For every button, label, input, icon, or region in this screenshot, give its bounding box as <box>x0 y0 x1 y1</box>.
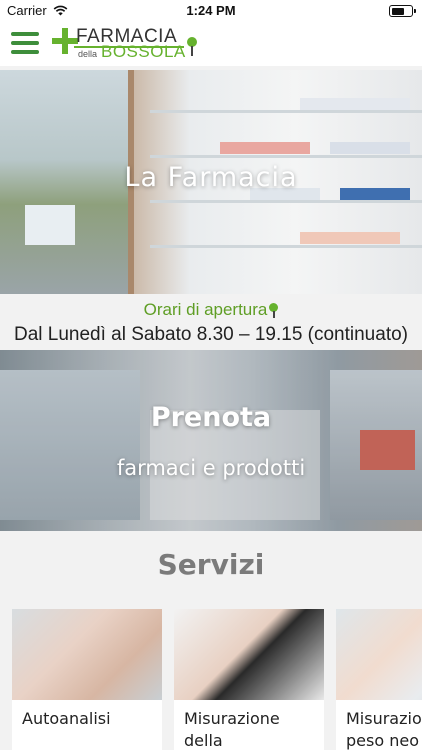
map-pin-icon <box>269 303 279 318</box>
card-label: Misurazione della <box>184 709 280 750</box>
hero-carousel[interactable]: La Farmacia <box>0 70 422 294</box>
prenota-banner[interactable]: Prenota farmaci e prodotti <box>0 350 422 531</box>
hamburger-menu-icon[interactable] <box>11 32 39 54</box>
servizi-cards[interactable]: Autoanalisi Misurazione della Misurazion… <box>12 609 422 750</box>
map-pin-icon <box>187 37 197 56</box>
servizi-title: Servizi <box>157 548 265 581</box>
baby-weight-photo <box>336 609 422 700</box>
pharmacy-logo[interactable]: FARMACIA della BOSSOLA <box>52 25 202 63</box>
battery-icon <box>389 5 416 17</box>
autoanalisi-photo <box>12 609 162 700</box>
status-time: 1:24 PM <box>186 3 236 18</box>
logo-bossola-text: BOSSOLA <box>101 42 186 61</box>
pharmacy-cross-icon <box>52 28 78 54</box>
hero-title: La Farmacia <box>124 162 298 193</box>
prenota-subtitle: farmaci e prodotti <box>116 456 306 480</box>
status-bar: Carrier 1:24 PM <box>0 0 422 22</box>
service-card-misurazione-peso[interactable]: Misurazione peso neo <box>336 609 422 750</box>
card-label: Autoanalisi <box>22 709 111 728</box>
service-card-misurazione-pressione[interactable]: Misurazione della <box>174 609 324 750</box>
opening-hours-label: Orari di apertura <box>143 300 268 319</box>
battery-level <box>391 7 405 15</box>
card-label: Misurazione peso neo <box>346 709 422 750</box>
app-header: FARMACIA della BOSSOLA <box>0 22 422 66</box>
logo-della-text: della <box>78 49 98 59</box>
service-card-autoanalisi[interactable]: Autoanalisi <box>12 609 162 750</box>
prenota-title: Prenota <box>150 402 272 433</box>
opening-hours-title: Orari di apertura <box>0 300 422 320</box>
blood-pressure-photo <box>174 609 324 700</box>
opening-hours-text: Dal Lunedì al Sabato 8.30 – 19.15 (conti… <box>13 324 408 345</box>
